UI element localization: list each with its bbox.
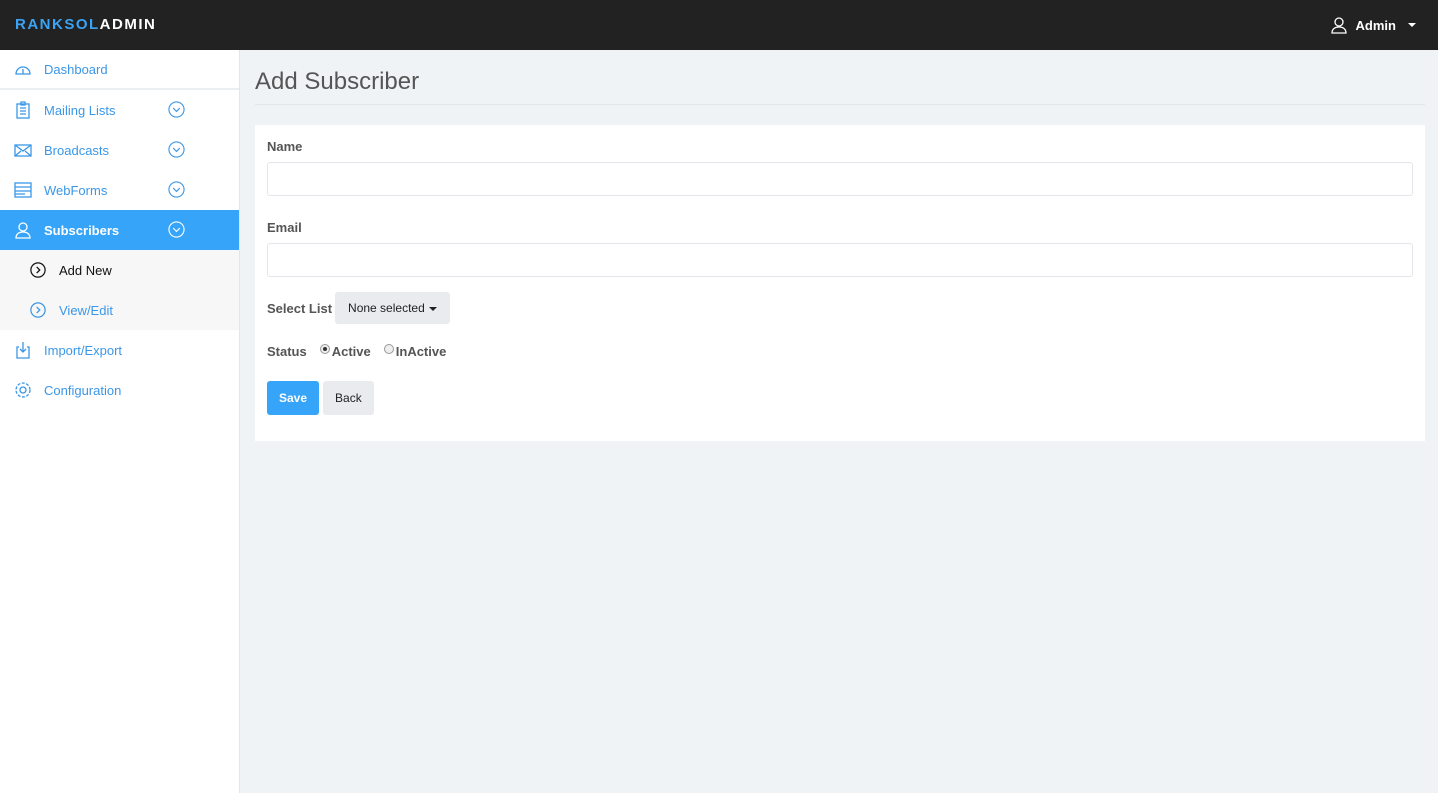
back-button[interactable]: Back [323, 381, 374, 415]
chevron-down-icon[interactable] [168, 181, 185, 198]
sidebar-item-configuration[interactable]: Configuration [0, 370, 239, 410]
status-label: Status [267, 344, 307, 359]
status-inactive-radio[interactable]: InActive [383, 343, 446, 359]
top-navbar: RANKSOLADMIN Admin [0, 0, 1438, 50]
subscribers-submenu: Add New View/Edit [0, 250, 239, 330]
envelope-icon [14, 144, 32, 157]
chevron-down-icon[interactable] [168, 141, 185, 158]
chevron-right-circle-icon [30, 262, 46, 278]
sidebar-item-import-export[interactable]: Import/Export [0, 330, 239, 370]
user-icon [15, 222, 31, 239]
dashboard-icon [15, 66, 31, 75]
name-input[interactable] [267, 162, 1413, 196]
sidebar-item-view-edit[interactable]: View/Edit [0, 290, 239, 330]
sidebar: Dashboard Mailing Lists Broadcasts WebFo… [0, 50, 240, 793]
status-active-radio[interactable]: Active [319, 343, 371, 359]
user-icon [1330, 17, 1347, 34]
import-icon [16, 342, 30, 359]
add-subscriber-form: Name Email Select List None selected Sta… [255, 125, 1425, 441]
user-menu[interactable]: Admin [1330, 16, 1416, 34]
caret-down-icon [1408, 23, 1416, 27]
sidebar-item-mailing-lists[interactable]: Mailing Lists [0, 90, 239, 130]
chevron-right-circle-icon [30, 302, 46, 318]
sidebar-item-subscribers[interactable]: Subscribers [0, 210, 239, 250]
select-list-label: Select List [267, 300, 333, 316]
sidebar-item-broadcasts[interactable]: Broadcasts [0, 130, 239, 170]
brand-logo[interactable]: RANKSOLADMIN [15, 16, 156, 33]
gear-icon [15, 382, 31, 398]
save-button[interactable]: Save [267, 381, 320, 415]
sidebar-item-webforms[interactable]: WebForms [0, 170, 239, 210]
caret-down-icon [428, 306, 437, 311]
chevron-down-icon[interactable] [168, 101, 185, 118]
form-icon [14, 182, 32, 198]
select-list-dropdown[interactable]: None selected [335, 292, 450, 324]
email-label: Email [267, 220, 302, 235]
clipboard-icon [16, 101, 30, 119]
sidebar-item-dashboard[interactable]: Dashboard [0, 50, 239, 90]
sidebar-item-add-new[interactable]: Add New [0, 250, 239, 290]
email-input[interactable] [267, 243, 1413, 277]
name-label: Name [267, 139, 303, 154]
chevron-down-icon[interactable] [168, 221, 185, 238]
page-title: Add Subscriber [255, 50, 1425, 105]
main-content: Add Subscriber Name Email Select List No… [255, 50, 1425, 441]
